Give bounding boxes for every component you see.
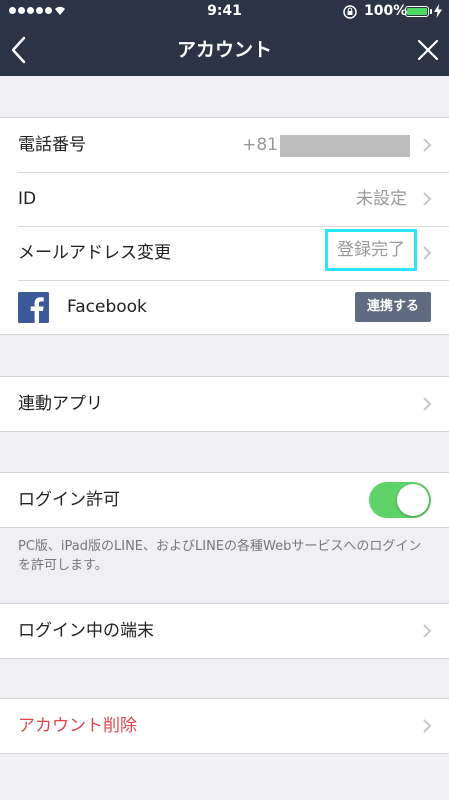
page-title: アカウント: [176, 39, 272, 61]
email-status-value: 登録完了: [325, 229, 417, 271]
linked-apps-label: 連動アプリ: [18, 394, 103, 414]
chevron-right-icon: [423, 138, 432, 152]
email-change-label: メールアドレス変更: [18, 243, 171, 263]
close-icon[interactable]: [414, 36, 442, 64]
toggle-knob: [397, 484, 429, 516]
login-allow-group: ログイン許可: [0, 472, 449, 528]
status-bar: 9:41 100%: [0, 0, 449, 24]
id-label: ID: [18, 189, 37, 209]
facebook-label: Facebook: [67, 297, 147, 317]
login-allow-row: ログイン許可: [0, 473, 449, 527]
id-row[interactable]: ID 未設定: [0, 172, 449, 226]
phone-number-label: 電話番号: [18, 135, 86, 155]
linked-apps-row[interactable]: 連動アプリ: [0, 377, 449, 431]
chevron-right-icon: [423, 624, 432, 638]
facebook-row: Facebook 連携する: [0, 280, 449, 334]
facebook-link-button[interactable]: 連携する: [355, 292, 431, 322]
orientation-lock-icon: [343, 5, 357, 19]
chevron-right-icon: [423, 397, 432, 411]
masked-phone-number: [280, 135, 410, 157]
phone-number-prefix: +81: [242, 135, 278, 155]
delete-account-group: アカウント削除: [0, 698, 449, 754]
charging-icon: [434, 4, 442, 18]
battery-icon: [405, 6, 429, 17]
delete-account-label: アカウント削除: [18, 716, 137, 736]
chevron-right-icon: [423, 246, 432, 260]
navigation-bar: アカウント: [0, 24, 449, 76]
login-allow-description: PC版、iPad版のLINE、およびLINEの各種Webサービスへのログインを許…: [18, 539, 422, 573]
facebook-icon: [18, 292, 49, 323]
linked-apps-group: 連動アプリ: [0, 376, 449, 432]
chevron-right-icon: [423, 192, 432, 206]
login-allow-toggle[interactable]: [369, 482, 431, 518]
logged-in-devices-row[interactable]: ログイン中の端末: [0, 604, 449, 658]
logged-in-devices-label: ログイン中の端末: [18, 621, 154, 641]
delete-account-row[interactable]: アカウント削除: [0, 699, 449, 753]
id-value: 未設定: [356, 189, 407, 209]
devices-group: ログイン中の端末: [0, 603, 449, 659]
chevron-right-icon: [423, 719, 432, 733]
header: 9:41 100% アカウント: [0, 0, 449, 76]
login-allow-label: ログイン許可: [18, 490, 120, 510]
battery-percent: 100%: [364, 3, 408, 19]
